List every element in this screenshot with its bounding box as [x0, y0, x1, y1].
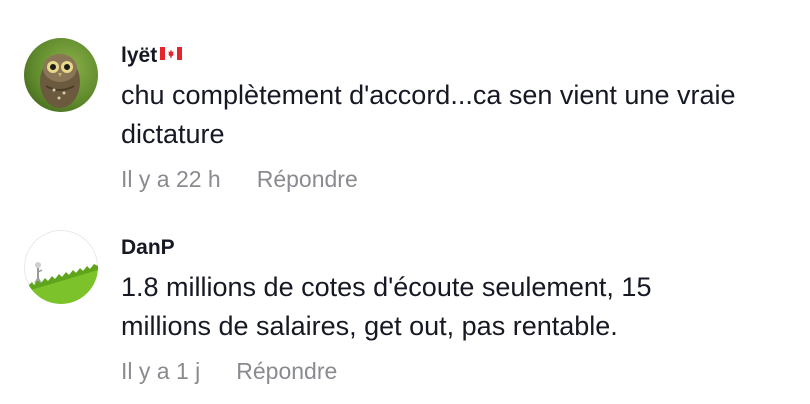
owl-avatar-image	[24, 38, 98, 112]
comment-item: DanP 1.8 millions de cotes d'écoute seul…	[0, 200, 810, 404]
comment-text-line: dictature	[121, 119, 225, 149]
comment-timestamp: Il y a 22 h	[121, 166, 221, 192]
canada-flag-icon	[160, 42, 183, 66]
avatar[interactable]	[24, 38, 98, 112]
comment-text: 1.8 millions de cotes d'écoute seulement…	[121, 268, 651, 346]
comment-meta: Il y a 22 h Répondre	[121, 166, 358, 192]
comment-text-line: 1.8 millions de cotes d'écoute seulement…	[121, 272, 652, 302]
reply-button[interactable]: Répondre	[257, 166, 358, 192]
reply-button[interactable]: Répondre	[236, 358, 337, 384]
comment-text: chu complètement d'accord...ca sen vient…	[121, 76, 736, 154]
grass-avatar-image	[24, 230, 98, 304]
comment-username[interactable]: lyët	[121, 42, 183, 68]
avatar[interactable]	[24, 230, 98, 304]
comment-meta: Il y a 1 j Répondre	[121, 358, 337, 384]
username-text: lyët	[121, 44, 158, 67]
comment-text-line: millions de salaires, get out, pas renta…	[121, 311, 618, 341]
comment-text-line: chu complètement d'accord...ca sen vient…	[121, 80, 736, 110]
username-text: DanP	[121, 236, 175, 259]
comment-item: lyët chu complètement d'accord...ca sen …	[0, 0, 810, 200]
comment-username[interactable]: DanP	[121, 236, 175, 260]
comment-timestamp: Il y a 1 j	[121, 358, 201, 384]
